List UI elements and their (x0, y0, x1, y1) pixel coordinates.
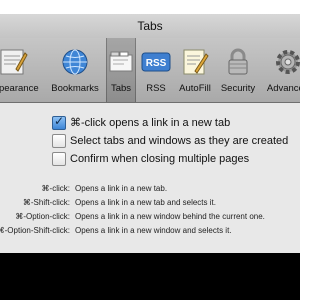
black-footer-band (0, 253, 300, 300)
toolbar-item-appearance[interactable]: Appearance (0, 38, 44, 102)
toolbar-item-label: Tabs (110, 83, 132, 94)
toolbar-item-rss[interactable]: RSS RSS (140, 38, 172, 102)
shortcut-key: ⌘-Option-click: (15, 212, 70, 221)
security-icon (222, 46, 254, 78)
checkbox-checked[interactable] (52, 114, 66, 130)
tabs-icon (105, 46, 137, 78)
shortcut-row: ⌘-click: Opens a link in a new tab. (0, 184, 300, 197)
toolbar-item-label: Advanced (266, 83, 300, 94)
preferences-toolbar: Appearance Bookmarks (0, 38, 300, 103)
option-label: Confirm when closing multiple pages (70, 153, 250, 165)
toolbar-item-label: AutoFill (179, 83, 211, 94)
checkbox-unchecked[interactable] (52, 152, 66, 166)
shortcut-description: Opens a link in a new tab and selects it… (75, 198, 216, 207)
shortcut-key: ⌘-Shift-click: (22, 198, 70, 207)
toolbar-item-tabs[interactable]: Tabs (106, 38, 136, 102)
shortcut-row: ⌘-Shift-click: Opens a link in a new tab… (0, 198, 300, 211)
toolbar-item-autofill[interactable]: AutoFill (175, 38, 215, 102)
toolbar-item-security[interactable]: Security (218, 38, 258, 102)
shortcut-key: ⌘-click: (41, 184, 70, 193)
appearance-icon (0, 46, 29, 78)
toolbar-item-label: Bookmarks (51, 83, 99, 94)
shortcut-description: Opens a link in a new window behind the … (75, 212, 265, 221)
toolbar-item-bookmarks[interactable]: Bookmarks (47, 38, 103, 102)
toolbar-item-advanced[interactable]: Advanced (260, 38, 300, 102)
window-title: Tabs (0, 14, 300, 38)
bookmarks-icon (59, 46, 91, 78)
preferences-window: Tabs Appearance (0, 14, 300, 253)
shortcut-row: ⌘-Option-Shift-click: Opens a link in a … (0, 226, 300, 239)
toolbar-item-label: RSS (146, 83, 166, 94)
option-label: ⌘-click opens a link in a new tab (70, 117, 231, 129)
rss-icon: RSS (140, 46, 172, 78)
tabs-preferences-pane: ⌘-click opens a link in a new tab Select… (0, 103, 300, 253)
toolbar-item-label: Appearance (0, 83, 39, 94)
svg-text:RSS: RSS (146, 58, 167, 69)
shortcut-key: ⌘-Option-Shift-click: (0, 226, 70, 235)
checkbox-unchecked[interactable] (52, 134, 66, 148)
shortcut-row: ⌘-Option-click: Opens a link in a new wi… (0, 212, 300, 225)
advanced-icon (272, 46, 300, 78)
toolbar-item-label: Security (220, 83, 256, 94)
shortcut-description: Opens a link in a new window and selects… (75, 226, 232, 235)
option-label: Select tabs and windows as they are crea… (70, 135, 289, 147)
autofill-icon (179, 46, 211, 78)
shortcut-description: Opens a link in a new tab. (75, 184, 168, 193)
